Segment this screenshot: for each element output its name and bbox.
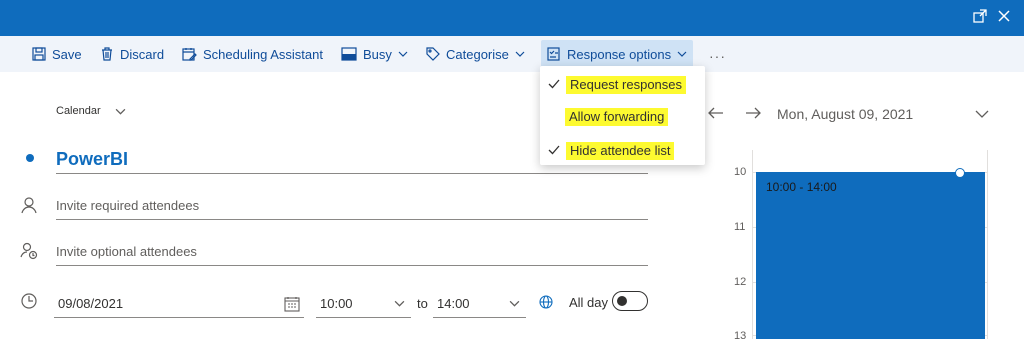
window-titlebar: [0, 0, 1024, 36]
event-block[interactable]: 10:00 - 14:00: [756, 172, 985, 339]
chevron-down-icon: [677, 51, 687, 57]
response-options-dropdown[interactable]: Response options: [541, 40, 694, 68]
start-date-field[interactable]: 09/08/2021: [54, 290, 304, 318]
day-grid-border: [752, 150, 753, 339]
categorise-dropdown[interactable]: Categorise: [420, 40, 531, 68]
day-view-date: Mon, August 09, 2021: [777, 106, 914, 122]
required-attendees-input[interactable]: [56, 192, 648, 220]
menu-item-request-responses[interactable]: Request responses: [540, 70, 705, 100]
toggle-knob: [617, 296, 627, 306]
calendar-color-dot: [26, 154, 34, 162]
busy-status-icon: [341, 47, 357, 61]
scheduling-assistant-button[interactable]: Scheduling Assistant: [176, 40, 329, 68]
busy-dropdown[interactable]: Busy: [335, 40, 414, 68]
chevron-down-icon: [509, 300, 520, 307]
chevron-down-icon: [398, 51, 408, 57]
calendar-label: Calendar: [56, 105, 101, 117]
end-time-value: 14:00: [437, 296, 470, 311]
save-label: Save: [52, 46, 82, 62]
menu-item-allow-forwarding[interactable]: Allow forwarding: [540, 102, 705, 132]
discard-label: Discard: [120, 46, 165, 62]
start-time-value: 10:00: [320, 296, 353, 311]
discard-button[interactable]: Discard: [94, 40, 170, 68]
close-icon[interactable]: [996, 8, 1012, 24]
menu-item-hide-attendee-list[interactable]: Hide attendee list: [540, 136, 705, 166]
calendar-selector[interactable]: Calendar: [56, 105, 126, 117]
busy-label: Busy: [363, 46, 392, 62]
chevron-down-icon: [115, 108, 126, 115]
more-options-button[interactable]: ···: [709, 48, 726, 64]
hour-label: 10: [734, 166, 747, 178]
calendar-icon[interactable]: [284, 296, 300, 312]
all-day-label: All day: [569, 295, 609, 310]
start-time-dropdown[interactable]: 10:00: [316, 290, 411, 318]
tag-icon: [426, 47, 440, 61]
calendar-edit-icon: [182, 47, 197, 61]
response-options-menu: Request responses Allow forwarding Hide …: [540, 66, 705, 165]
to-label: to: [417, 296, 428, 311]
checkmark-icon: [548, 79, 560, 89]
person-optional-icon: [20, 242, 38, 260]
person-icon: [21, 197, 37, 214]
clock-icon: [21, 293, 37, 309]
checkmark-icon: [548, 145, 560, 155]
arrow-left-icon[interactable]: [707, 104, 725, 122]
chevron-down-icon: [394, 300, 405, 307]
start-date-value: 09/08/2021: [58, 296, 124, 311]
all-day-toggle[interactable]: [612, 291, 648, 311]
command-toolbar: Save Discard Scheduling Assistant Busy C…: [0, 36, 1024, 72]
end-time-dropdown[interactable]: 14:00: [433, 290, 526, 318]
categorise-label: Categorise: [446, 46, 509, 62]
hour-label: 12: [734, 276, 747, 288]
response-options-icon: [547, 47, 560, 61]
arrow-right-icon[interactable]: [744, 104, 762, 122]
menu-item-label: Hide attendee list: [566, 142, 675, 160]
day-grid-border: [987, 150, 988, 339]
save-button[interactable]: Save: [26, 40, 88, 68]
menu-item-label: Request responses: [566, 76, 687, 94]
hour-label: 11: [734, 221, 746, 233]
event-resize-handle[interactable]: [955, 168, 965, 178]
chevron-down-icon[interactable]: [974, 106, 990, 122]
scheduling-assistant-label: Scheduling Assistant: [203, 46, 323, 62]
hour-label: 13: [734, 330, 747, 339]
response-options-label: Response options: [567, 46, 672, 62]
save-icon: [32, 47, 46, 61]
time-zone-icon[interactable]: [539, 295, 553, 309]
chevron-down-icon: [515, 51, 525, 57]
event-time-range: 10:00 - 14:00: [766, 180, 837, 194]
optional-attendees-input[interactable]: [56, 238, 648, 266]
trash-icon: [102, 47, 112, 61]
popout-icon[interactable]: [972, 8, 988, 24]
menu-item-label: Allow forwarding: [565, 108, 669, 126]
